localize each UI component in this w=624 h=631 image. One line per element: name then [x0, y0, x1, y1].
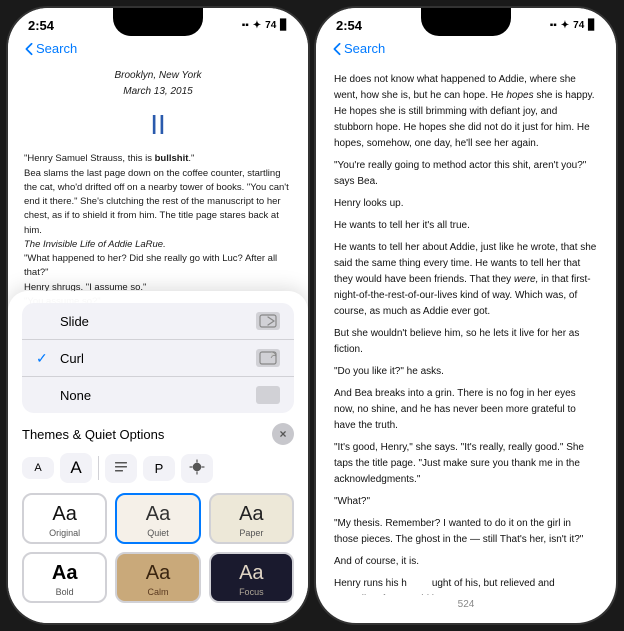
- theme-original[interactable]: Aa Original: [22, 493, 107, 544]
- right-phone: 2:54 ▪▪ ✦ 74 ▊ Search He does not know w…: [316, 8, 616, 623]
- text-decrease-button[interactable]: A: [22, 457, 54, 479]
- chapter-number: II: [24, 103, 292, 146]
- paragraph-icon[interactable]: [105, 454, 137, 483]
- theme-paper[interactable]: Aa Paper: [209, 493, 294, 544]
- left-phone: 2:54 ▪▪ ✦ 74 ▊ Search Brooklyn, New York…: [8, 8, 308, 623]
- notch-right: [421, 8, 511, 36]
- book-location: Brooklyn, New YorkMarch 13, 2015: [24, 68, 292, 99]
- overlay-panel: Slide ✓ Curl None: [8, 291, 308, 623]
- none-icon: [256, 386, 280, 404]
- theme-bold[interactable]: Aa Bold: [22, 552, 107, 603]
- themes-header: Themes & Quiet Options ×: [22, 423, 294, 445]
- theme-calm[interactable]: Aa Calm: [115, 552, 200, 603]
- transition-slide[interactable]: Slide: [22, 303, 294, 340]
- close-button[interactable]: ×: [272, 423, 294, 445]
- themes-grid: Aa Original Aa Quiet Aa Paper: [22, 493, 294, 603]
- text-size-row: A A P: [22, 453, 294, 483]
- transition-curl[interactable]: ✓ Curl: [22, 340, 294, 377]
- separator: [98, 456, 99, 480]
- theme-focus[interactable]: Aa Focus: [209, 552, 294, 603]
- slide-icon: [256, 312, 280, 330]
- brightness-icon[interactable]: [181, 454, 213, 483]
- status-icons-right: ▪▪ ✦ 74 ▊: [550, 20, 596, 31]
- notch: [113, 8, 203, 36]
- back-button-right[interactable]: Search: [332, 41, 385, 56]
- transition-options: Slide ✓ Curl None: [22, 303, 294, 413]
- time-left: 2:54: [28, 18, 54, 33]
- page-number: 524: [316, 595, 616, 614]
- status-icons-left: ▪▪ ✦ 74 ▊: [242, 20, 288, 31]
- back-button-left[interactable]: Search: [24, 41, 77, 56]
- font-icon[interactable]: P: [143, 456, 175, 481]
- transition-none[interactable]: None: [22, 377, 294, 413]
- nav-bar-left: Search: [8, 37, 308, 60]
- text-increase-button[interactable]: A: [60, 453, 92, 483]
- time-right: 2:54: [336, 18, 362, 33]
- theme-quiet[interactable]: Aa Quiet: [115, 493, 200, 544]
- themes-title: Themes & Quiet Options: [22, 427, 164, 442]
- curl-icon: [256, 349, 280, 367]
- reading-content: He does not know what happened to Addie,…: [316, 60, 616, 595]
- app-container: 2:54 ▪▪ ✦ 74 ▊ Search Brooklyn, New York…: [0, 0, 624, 631]
- nav-bar-right: Search: [316, 37, 616, 60]
